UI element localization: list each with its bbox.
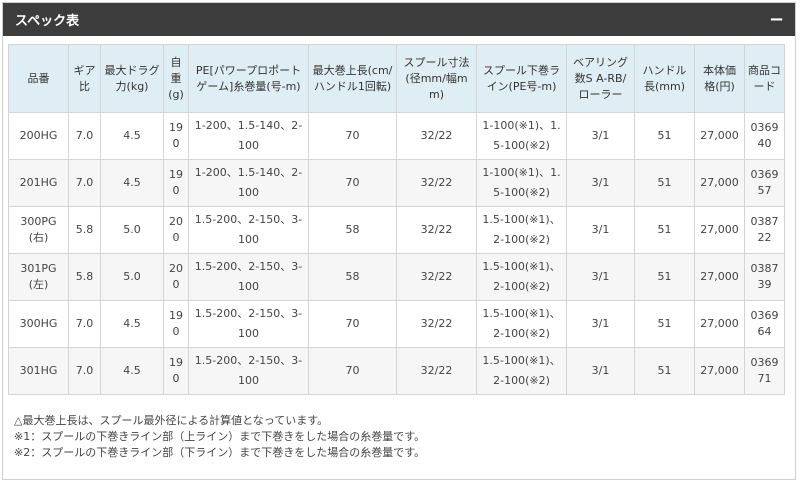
cell-product-code: 036971 <box>744 347 785 395</box>
cell-price: 27,000 <box>694 253 745 301</box>
col-header-price: 本体価格(円) <box>694 44 745 113</box>
cell-max-retrieve: 58 <box>308 206 397 254</box>
note-lower-line: ※2：スプールの下巻きライン部（下ライン）まで下巻きをした場合の糸巻量です。 <box>14 446 426 459</box>
col-header-model: 品番 <box>8 44 69 113</box>
cell-backing-line: 1.5-100(※1)、2-100(※2) <box>476 347 567 395</box>
table-row: 300PG(右) 5.8 5.0 200 1.5-200、2-150、3-100… <box>8 206 785 254</box>
col-header-pe-capacity: PE[パワープロポートゲーム]糸巻量(号-m) <box>188 44 309 113</box>
cell-gear-ratio: 7.0 <box>68 159 101 207</box>
col-header-spool-size: スプール寸法(径mm/幅mm) <box>396 44 477 113</box>
cell-max-drag: 4.5 <box>100 347 164 395</box>
cell-price: 27,000 <box>694 112 745 160</box>
cell-spool-size: 32/22 <box>396 206 477 254</box>
col-header-gear-ratio: ギア比 <box>68 44 101 113</box>
cell-bearings: 3/1 <box>566 300 635 348</box>
cell-backing-line: 1.5-100(※1)、2-100(※2) <box>476 206 567 254</box>
cell-pe-capacity: 1.5-200、2-150、3-100 <box>188 253 309 301</box>
cell-spool-size: 32/22 <box>396 347 477 395</box>
cell-price: 27,000 <box>694 206 745 254</box>
col-header-max-retrieve: 最大巻上長(cm/ハンドル1回転) <box>308 44 397 113</box>
cell-weight: 200 <box>163 206 189 254</box>
spec-table: 品番 ギア比 最大ドラグ力(kg) 自重(g) PE[パワープロポートゲーム]糸… <box>8 44 785 395</box>
cell-product-code: 036940 <box>744 112 785 160</box>
cell-weight: 190 <box>163 112 189 160</box>
cell-model: 301PG(左) <box>8 253 69 301</box>
table-row: 301PG(左) 5.8 5.0 200 1.5-200、2-150、3-100… <box>8 253 785 301</box>
cell-max-retrieve: 58 <box>308 253 397 301</box>
cell-pe-capacity: 1-200、1.5-140、2-100 <box>188 112 309 160</box>
cell-max-drag: 5.0 <box>100 253 164 301</box>
table-row: 301HG 7.0 4.5 190 1.5-200、2-150、3-100 70… <box>8 347 785 395</box>
cell-model: 300HG <box>8 300 69 348</box>
cell-max-drag: 5.0 <box>100 206 164 254</box>
cell-spool-size: 32/22 <box>396 112 477 160</box>
table-row: 201HG 7.0 4.5 190 1-200、1.5-140、2-100 70… <box>8 159 785 207</box>
collapse-icon[interactable]: − <box>769 10 784 29</box>
col-header-product-code: 商品コード <box>744 44 785 113</box>
col-header-weight: 自重(g) <box>163 44 189 113</box>
cell-spool-size: 32/22 <box>396 253 477 301</box>
cell-pe-capacity: 1-200、1.5-140、2-100 <box>188 159 309 207</box>
cell-max-drag: 4.5 <box>100 159 164 207</box>
cell-pe-capacity: 1.5-200、2-150、3-100 <box>188 206 309 254</box>
col-header-bearings: ベアリング数S A-RB/ローラー <box>566 44 635 113</box>
note-max-retrieve: △最大巻上長は、スプール最外径による計算値となっています。 <box>14 414 329 427</box>
spec-title: スペック表 <box>15 14 80 29</box>
cell-weight: 190 <box>163 347 189 395</box>
cell-max-drag: 4.5 <box>100 300 164 348</box>
cell-price: 27,000 <box>694 347 745 395</box>
cell-product-code: 036957 <box>744 159 785 207</box>
cell-gear-ratio: 5.8 <box>68 206 101 254</box>
spec-table-header-row: 品番 ギア比 最大ドラグ力(kg) 自重(g) PE[パワープロポートゲーム]糸… <box>8 44 785 113</box>
cell-model: 301HG <box>8 347 69 395</box>
cell-handle-length: 51 <box>634 112 695 160</box>
cell-gear-ratio: 7.0 <box>68 300 101 348</box>
cell-handle-length: 51 <box>634 253 695 301</box>
cell-price: 27,000 <box>694 159 745 207</box>
cell-model: 200HG <box>8 112 69 160</box>
cell-backing-line: 1.5-100(※1)、2-100(※2) <box>476 253 567 301</box>
cell-model: 201HG <box>8 159 69 207</box>
cell-backing-line: 1-100(※1)、1.5-100(※2) <box>476 112 567 160</box>
cell-spool-size: 32/22 <box>396 159 477 207</box>
cell-handle-length: 51 <box>634 300 695 348</box>
cell-handle-length: 51 <box>634 206 695 254</box>
col-header-handle-length: ハンドル長(mm) <box>634 44 695 113</box>
cell-max-retrieve: 70 <box>308 159 397 207</box>
cell-max-retrieve: 70 <box>308 347 397 395</box>
spec-notes: △最大巻上長は、スプール最外径による計算値となっています。 ※1：スプールの下巻… <box>14 413 425 461</box>
note-upper-line: ※1：スプールの下巻きライン部（上ライン）まで下巻きをした場合の糸巻量です。 <box>14 430 426 443</box>
table-row: 200HG 7.0 4.5 190 1-200、1.5-140、2-100 70… <box>8 112 785 160</box>
cell-max-drag: 4.5 <box>100 112 164 160</box>
col-header-backing-line: スプール下巻ライン(PE号-m) <box>476 44 567 113</box>
cell-backing-line: 1-100(※1)、1.5-100(※2) <box>476 159 567 207</box>
cell-model: 300PG(右) <box>8 206 69 254</box>
table-row: 300HG 7.0 4.5 190 1.5-200、2-150、3-100 70… <box>8 300 785 348</box>
cell-bearings: 3/1 <box>566 347 635 395</box>
cell-backing-line: 1.5-100(※1)、2-100(※2) <box>476 300 567 348</box>
cell-gear-ratio: 5.8 <box>68 253 101 301</box>
col-header-max-drag: 最大ドラグ力(kg) <box>100 44 164 113</box>
cell-handle-length: 51 <box>634 159 695 207</box>
cell-pe-capacity: 1.5-200、2-150、3-100 <box>188 300 309 348</box>
cell-gear-ratio: 7.0 <box>68 347 101 395</box>
cell-product-code: 036964 <box>744 300 785 348</box>
cell-handle-length: 51 <box>634 347 695 395</box>
cell-product-code: 038722 <box>744 206 785 254</box>
cell-product-code: 038739 <box>744 253 785 301</box>
cell-spool-size: 32/22 <box>396 300 477 348</box>
cell-weight: 200 <box>163 253 189 301</box>
cell-gear-ratio: 7.0 <box>68 112 101 160</box>
cell-max-retrieve: 70 <box>308 300 397 348</box>
cell-bearings: 3/1 <box>566 206 635 254</box>
cell-weight: 190 <box>163 300 189 348</box>
spec-header[interactable]: スペック表 − <box>3 3 795 36</box>
cell-bearings: 3/1 <box>566 159 635 207</box>
cell-max-retrieve: 70 <box>308 112 397 160</box>
cell-bearings: 3/1 <box>566 253 635 301</box>
cell-bearings: 3/1 <box>566 112 635 160</box>
cell-weight: 190 <box>163 159 189 207</box>
cell-pe-capacity: 1.5-200、2-150、3-100 <box>188 347 309 395</box>
cell-price: 27,000 <box>694 300 745 348</box>
